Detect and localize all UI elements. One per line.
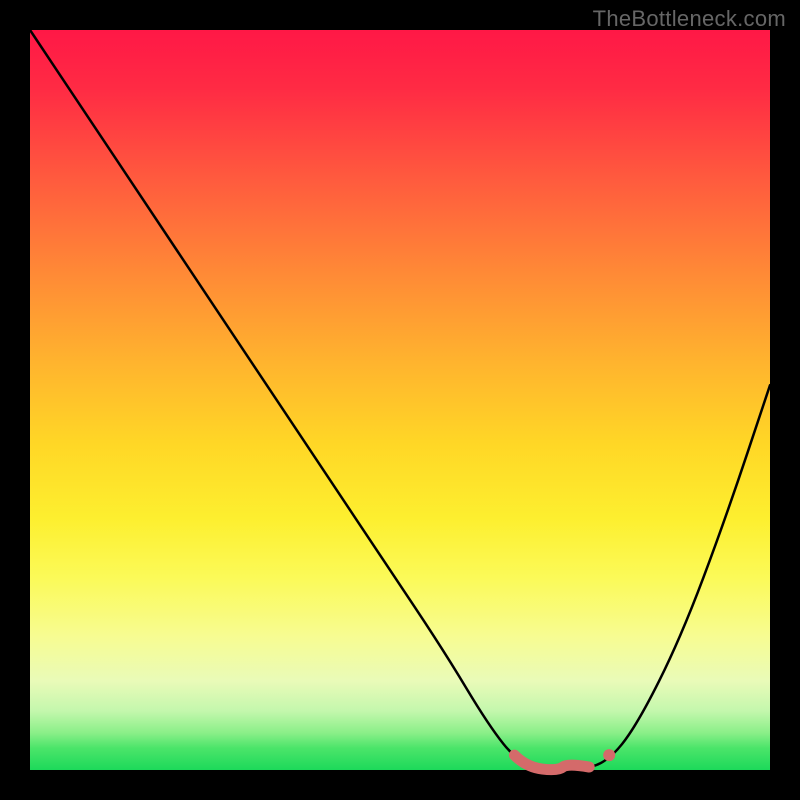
optimal-end-dot: [603, 749, 615, 761]
curve-layer: [30, 30, 770, 770]
watermark-text: TheBottleneck.com: [593, 6, 786, 32]
optimal-range-marker: [514, 755, 589, 770]
chart-frame: TheBottleneck.com: [0, 0, 800, 800]
plot-area: [30, 30, 770, 770]
bottleneck-curve: [30, 30, 770, 770]
